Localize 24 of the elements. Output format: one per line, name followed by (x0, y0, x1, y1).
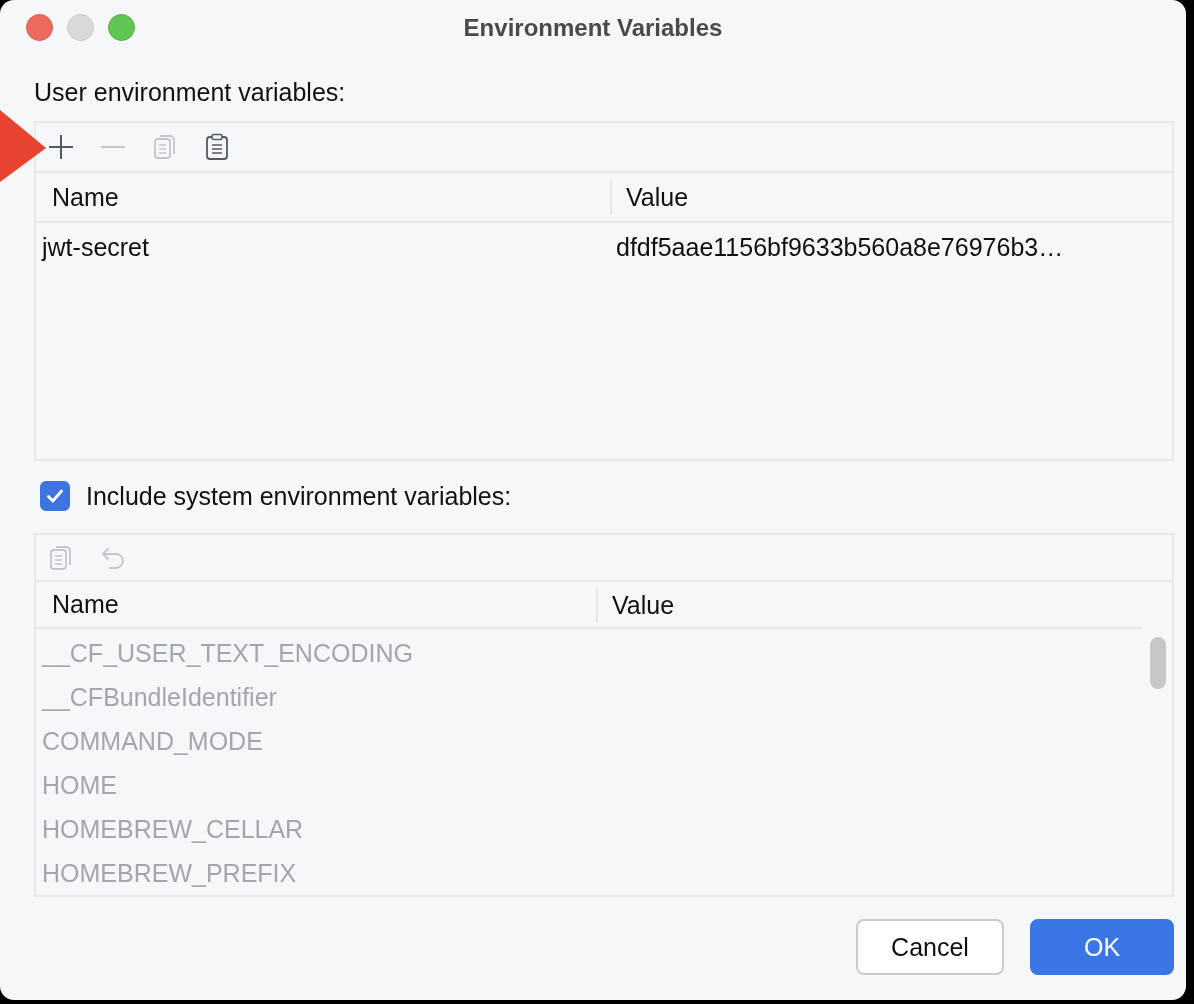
column-header[interactable]: Value (610, 179, 689, 215)
table-cell-text: HOMEBREW_CELLAR (41, 814, 304, 844)
window-title: Environment Variables (463, 13, 723, 42)
section-label: User environment variables: (34, 77, 347, 108)
ok-button[interactable]: OK (1030, 919, 1174, 975)
table-cell-text: __CF_USER_TEXT_ENCODING (40, 638, 413, 668)
close-button[interactable] (26, 14, 53, 41)
table-cell-text: HOMEBREW_PREFIX (41, 858, 297, 888)
minimize-button[interactable] (67, 14, 94, 41)
scrollbar-thumb[interactable] (1150, 637, 1166, 689)
checkbox[interactable] (40, 481, 70, 511)
table-cell-text: jwt-secret (40, 232, 149, 262)
cancel-button[interactable]: Cancel (856, 919, 1004, 975)
table-cell-text: __CFBundleIdentifier (40, 682, 277, 712)
table-cell-text: COMMAND_MODE (41, 726, 263, 756)
plus-icon[interactable] (46, 132, 76, 162)
pointer-arrow (0, 110, 48, 182)
column-header[interactable]: Name (36, 182, 119, 212)
table-cell-text: HOME (41, 770, 117, 800)
column-header[interactable]: Name (36, 590, 119, 619)
checkbox-label: Include system environment variables: (86, 481, 512, 511)
zoom-button[interactable] (108, 14, 135, 41)
column-header[interactable]: Value (596, 586, 675, 623)
table-cell-text: dfdf5aae1156bf9633b560a8e76976b3… (615, 232, 1064, 262)
